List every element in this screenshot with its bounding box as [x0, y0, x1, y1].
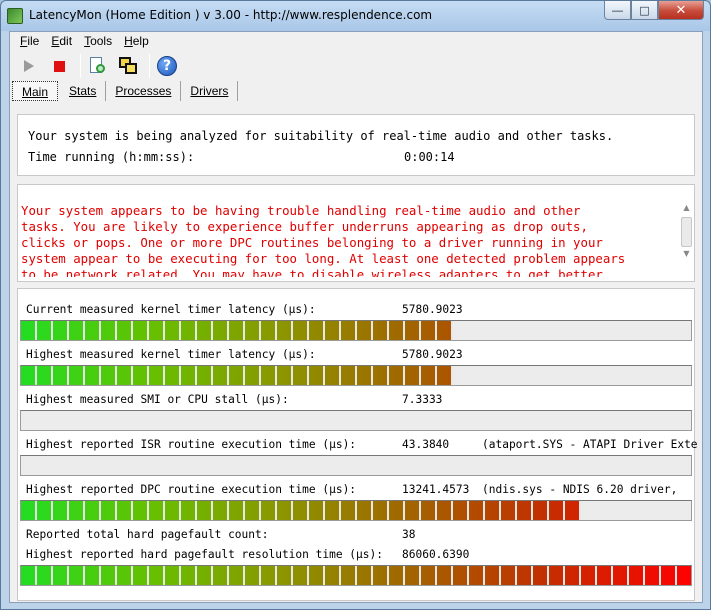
metric-label: Highest reported hard pagefault resoluti… — [26, 548, 383, 561]
latency-bar — [20, 320, 692, 341]
close-button[interactable]: ✕ — [658, 1, 704, 20]
menu-help[interactable]: Help — [118, 32, 155, 51]
stop-button[interactable] — [46, 53, 72, 79]
start-button[interactable] — [16, 53, 42, 79]
verdict-panel: Your system appears to be having trouble… — [17, 184, 695, 282]
menu-bar: File Edit Tools Help — [10, 32, 702, 51]
tab-main-label: Main — [22, 85, 49, 99]
metric-value: 38 — [402, 528, 416, 541]
latency-bar-fill — [21, 566, 691, 585]
metrics-panel: Current measured kernel timer latency (µ… — [17, 288, 697, 601]
scroll-down-icon[interactable]: ▼ — [679, 249, 694, 261]
close-icon: ✕ — [675, 2, 687, 18]
scan-icon — [88, 56, 108, 76]
windows-icon — [119, 57, 137, 75]
metric-label: Reported total hard pagefault count: — [26, 528, 269, 541]
status-panel: Your system is being analyzed for suitab… — [17, 114, 695, 176]
help-button[interactable]: ? — [154, 53, 180, 79]
tab-stats-label: Stats — [69, 84, 97, 98]
toolbar-separator — [149, 54, 150, 78]
menu-help-key: H — [124, 34, 133, 48]
latency-bar — [20, 500, 692, 521]
scan-button[interactable] — [85, 53, 111, 79]
menu-file-label: ile — [27, 34, 40, 48]
metric-label: Current measured kernel timer latency (µ… — [26, 303, 316, 316]
main-window: LatencyMon (Home Edition ) v 3.00 - http… — [0, 0, 711, 610]
scroll-up-icon[interactable]: ▲ — [679, 203, 694, 215]
metric-value: 7.3333 — [402, 393, 443, 406]
window-title: LatencyMon (Home Edition ) v 3.00 - http… — [29, 8, 433, 22]
metric-value: 13241.4573 — [402, 483, 470, 496]
maximize-icon: □ — [639, 3, 650, 17]
menu-help-label: elp — [132, 34, 149, 48]
analysis-status-text: Your system is being analyzed for suitab… — [28, 129, 614, 143]
stop-icon — [53, 60, 65, 72]
verdict-line: tasks. You are likely to experience buff… — [21, 219, 588, 234]
verdict-line: to be network related. You may have to d… — [21, 267, 603, 277]
tab-main[interactable]: Main — [12, 81, 59, 101]
metric-label: Highest reported DPC routine execution t… — [26, 483, 357, 496]
latency-bar-fill — [21, 501, 581, 520]
help-icon: ? — [157, 56, 177, 76]
tab-strip: Main Stats Processes Drivers — [10, 81, 702, 103]
verdict-line: clicks or pops. One or more DPC routines… — [21, 235, 603, 250]
metric-value: 86060.6390 — [402, 548, 470, 561]
metric-driver-info: (ndis.sys - NDIS 6.20 driver, — [482, 483, 678, 496]
metric-label: Highest reported ISR routine execution t… — [26, 438, 357, 451]
verdict-scrollbar[interactable]: ▲ ▼ — [679, 203, 694, 281]
menu-edit-label: dit — [59, 34, 73, 48]
tab-processes-label: Processes — [115, 84, 172, 98]
minimize-icon: ― — [612, 3, 623, 17]
play-icon — [24, 60, 34, 72]
metric-driver-info: (ataport.SYS - ATAPI Driver Exter — [482, 438, 697, 451]
minimize-button[interactable]: ― — [604, 1, 631, 20]
maximize-button[interactable]: □ — [631, 1, 658, 20]
tab-stats[interactable]: Stats — [60, 81, 107, 101]
tab-drivers[interactable]: Drivers — [181, 81, 239, 101]
window-controls: ― □ ✕ — [604, 1, 704, 20]
menu-tools[interactable]: Tools — [78, 32, 118, 51]
scroll-thumb[interactable] — [681, 217, 692, 247]
menu-file[interactable]: File — [14, 32, 45, 51]
time-running-value: 0:00:14 — [404, 150, 455, 164]
metric-value: 5780.9023 — [402, 348, 463, 361]
menu-edit[interactable]: Edit — [45, 32, 78, 51]
verdict-line: system appear to be executing for too lo… — [21, 251, 626, 266]
latency-bar — [20, 410, 692, 431]
verdict-line: Your system appears to be having trouble… — [21, 203, 581, 218]
latency-bar — [20, 365, 692, 386]
client-area: File Edit Tools Help ? Main Stats Proces… — [9, 31, 703, 603]
tab-drivers-label: Drivers — [190, 84, 229, 98]
menu-tools-label: ools — [90, 34, 113, 48]
metric-label: Highest measured SMI or CPU stall (µs): — [26, 393, 289, 406]
tab-processes[interactable]: Processes — [106, 81, 182, 101]
latency-bar — [20, 455, 692, 476]
metric-value: 43.3840 — [402, 438, 450, 451]
metric-value: 5780.9023 — [402, 303, 463, 316]
toolbar-separator — [80, 54, 81, 78]
time-running-label: Time running (h:mm:ss): — [28, 150, 195, 164]
windows-button[interactable] — [115, 53, 141, 79]
title-bar[interactable]: LatencyMon (Home Edition ) v 3.00 - http… — [1, 1, 710, 31]
verdict-text: Your system appears to be having trouble… — [21, 203, 676, 277]
app-icon[interactable] — [7, 8, 23, 24]
toolbar: ? — [10, 51, 702, 81]
metric-label: Highest measured kernel timer latency (µ… — [26, 348, 316, 361]
latency-bar — [20, 565, 692, 586]
latency-bar-fill — [21, 366, 453, 385]
latency-bar-fill — [21, 321, 453, 340]
